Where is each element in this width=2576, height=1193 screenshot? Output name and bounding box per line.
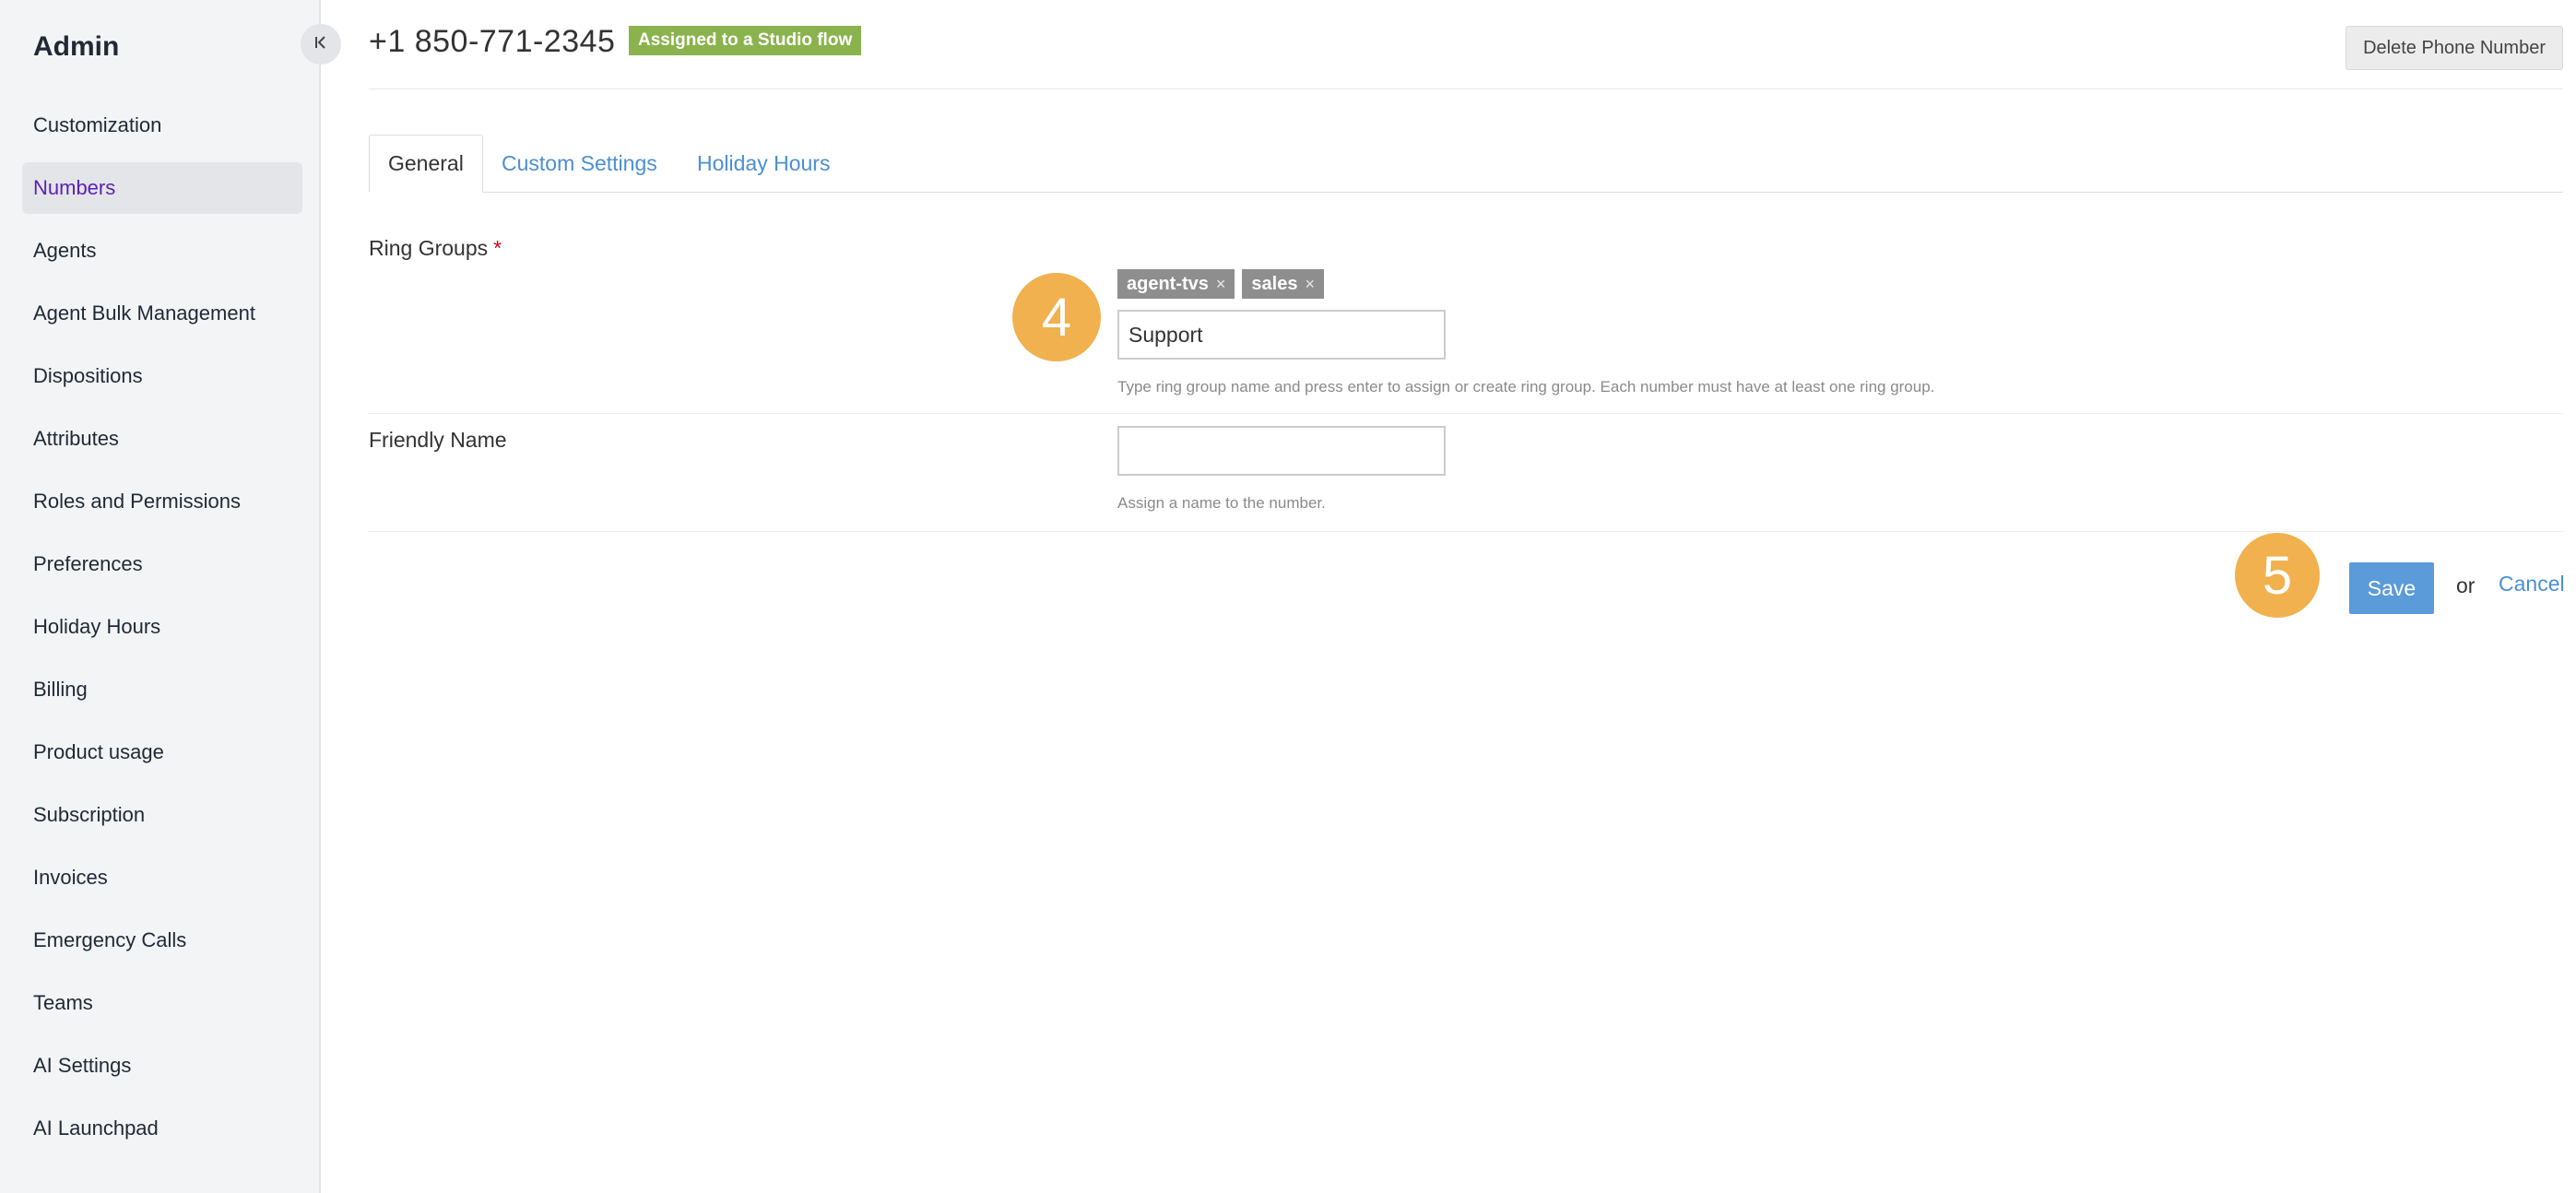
ring-group-tags: agent-tvs × sales × (1117, 269, 1324, 299)
sidebar-nav: Customization Numbers Agents Agent Bulk … (22, 100, 302, 1165)
ring-group-tag: sales × (1242, 269, 1324, 299)
sidebar-item-roles-and-permissions[interactable]: Roles and Permissions (22, 476, 302, 527)
status-badge: Assigned to a Studio flow (629, 26, 862, 55)
sidebar-item-dispositions[interactable]: Dispositions (22, 350, 302, 402)
sidebar-item-teams[interactable]: Teams (22, 977, 302, 1029)
collapse-left-icon (313, 34, 329, 55)
remove-tag-icon[interactable]: × (1305, 275, 1315, 294)
tag-label: agent-tvs (1127, 273, 1209, 294)
page-title: +1 850-771-2345 (369, 24, 616, 59)
sidebar-item-ai-launchpad[interactable]: AI Launchpad (22, 1103, 302, 1154)
sidebar-title: Admin (33, 31, 120, 62)
form-row-divider (369, 531, 2563, 532)
collapse-sidebar-button[interactable] (301, 24, 341, 65)
sidebar-item-holiday-hours[interactable]: Holiday Hours (22, 601, 302, 653)
sidebar-item-emergency-calls[interactable]: Emergency Calls (22, 915, 302, 966)
tab-custom-settings[interactable]: Custom Settings (502, 135, 657, 192)
sidebar-item-ai-settings[interactable]: AI Settings (22, 1040, 302, 1092)
form-row-divider (369, 413, 2563, 414)
friendly-name-help-text: Assign a name to the number. (1117, 494, 1326, 512)
sidebar-item-numbers[interactable]: Numbers (22, 162, 302, 214)
delete-phone-number-button[interactable]: Delete Phone Number (2346, 26, 2563, 70)
tag-label: sales (1251, 273, 1298, 294)
step-badge-4: 4 (1012, 273, 1101, 361)
friendly-name-input[interactable] (1117, 426, 1446, 476)
tab-bar: General Custom Settings Holiday Hours (369, 135, 2563, 193)
sidebar-item-customization[interactable]: Customization (22, 100, 302, 151)
ring-group-input[interactable] (1117, 310, 1446, 360)
ring-groups-label: Ring Groups * (369, 236, 502, 261)
ring-groups-label-text: Ring Groups (369, 236, 489, 260)
ring-groups-help-text: Type ring group name and press enter to … (1117, 378, 1935, 396)
step-badge-5: 5 (2235, 533, 2320, 618)
sidebar-item-invoices[interactable]: Invoices (22, 852, 302, 904)
sidebar: Admin Customization Numbers Agents Agent… (0, 0, 321, 1193)
tab-general[interactable]: General (369, 135, 483, 193)
sidebar-item-product-usage[interactable]: Product usage (22, 726, 302, 778)
sidebar-item-preferences[interactable]: Preferences (22, 538, 302, 590)
ring-group-tag: agent-tvs × (1117, 269, 1235, 299)
remove-tag-icon[interactable]: × (1216, 275, 1226, 294)
save-button[interactable]: Save (2349, 562, 2434, 614)
main-content: +1 850-771-2345 Assigned to a Studio flo… (369, 0, 2565, 1193)
friendly-name-label: Friendly Name (369, 428, 507, 452)
tab-holiday-hours[interactable]: Holiday Hours (697, 135, 830, 192)
sidebar-item-agent-bulk-management[interactable]: Agent Bulk Management (22, 288, 302, 339)
required-marker: * (493, 236, 502, 260)
or-text: or (2456, 573, 2476, 597)
sidebar-item-subscription[interactable]: Subscription (22, 789, 302, 841)
sidebar-item-agents[interactable]: Agents (22, 225, 302, 277)
sidebar-item-billing[interactable]: Billing (22, 664, 302, 715)
sidebar-item-attributes[interactable]: Attributes (22, 413, 302, 465)
cancel-link[interactable]: Cancel (2499, 572, 2565, 596)
